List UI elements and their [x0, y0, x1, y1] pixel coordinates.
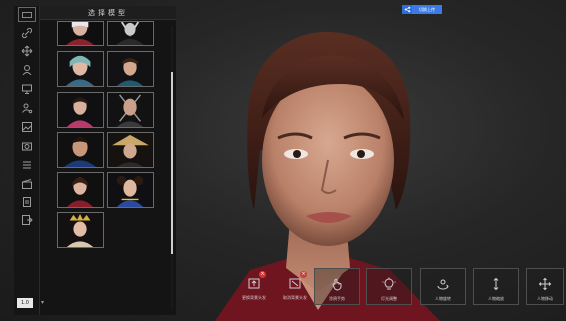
action-label: 涂鸦手势	[329, 296, 345, 301]
upload-switch-label: 切换上传	[412, 5, 442, 14]
person-settings-icon[interactable]	[18, 101, 36, 115]
model-thumb-2[interactable]	[107, 21, 154, 46]
link-icon[interactable]	[18, 26, 36, 40]
background-cancel-icon: ×	[287, 271, 307, 291]
model-thumb-3[interactable]	[57, 51, 104, 87]
upload-switch-badge[interactable]: 切换上传	[402, 5, 442, 14]
rotate-person-button[interactable]: 人物旋转	[420, 268, 466, 305]
document-icon[interactable]	[18, 195, 36, 209]
monitor-icon[interactable]	[18, 82, 36, 96]
left-toolbar	[14, 6, 40, 315]
action-label: 取消背景头发	[283, 295, 307, 300]
move-person-button[interactable]: 人物移动	[526, 268, 564, 305]
change-background-hair-button[interactable]: × 更换背景头发	[235, 268, 273, 305]
share-nodes-icon	[402, 5, 412, 14]
scale-vertical-icon	[488, 276, 504, 292]
action-label: 更换背景头发	[242, 295, 266, 300]
background-remove-icon: ×	[246, 271, 266, 291]
rotate-person-icon	[435, 276, 451, 292]
model-thumb-10[interactable]	[107, 172, 154, 208]
model-thumb-1[interactable]	[57, 21, 104, 46]
camera-icon[interactable]	[18, 139, 36, 153]
gesture-button[interactable]: 涂鸦手势	[314, 268, 360, 305]
person-icon[interactable]	[18, 63, 36, 77]
clapperboard-icon[interactable]	[18, 177, 36, 191]
move-arrows-icon[interactable]	[18, 44, 36, 58]
export-icon[interactable]	[18, 213, 36, 227]
scale-person-button[interactable]: 人物缩放	[473, 268, 519, 305]
hand-gesture-icon	[329, 276, 345, 292]
lighting-button[interactable]: 灯光调整	[366, 268, 412, 305]
image-frame-icon[interactable]	[18, 120, 36, 134]
version-select[interactable]: 1.0	[17, 298, 33, 308]
dropdown-caret-icon[interactable]: ▾	[41, 299, 44, 306]
model-select-panel: 选择模型	[40, 6, 176, 315]
light-bulb-icon	[381, 276, 397, 292]
model-thumb-9[interactable]	[57, 172, 104, 208]
model-thumb-5[interactable]	[57, 92, 104, 128]
model-thumb-8[interactable]	[107, 132, 154, 168]
app-logo	[18, 7, 36, 22]
list-icon[interactable]	[18, 158, 36, 172]
model-thumb-11[interactable]	[57, 212, 104, 248]
model-thumb-7[interactable]	[57, 132, 104, 168]
action-label: 人物缩放	[488, 296, 504, 301]
model-thumb-4[interactable]	[107, 51, 154, 87]
action-label: 人物移动	[537, 296, 553, 301]
panel-scroll-thumb[interactable]	[171, 72, 173, 254]
panel-title: 选择模型	[40, 6, 176, 20]
action-label: 灯光调整	[381, 296, 397, 301]
move-person-icon	[537, 276, 553, 292]
action-label: 人物旋转	[435, 296, 451, 301]
cancel-background-hair-button[interactable]: × 取消背景头发	[276, 268, 314, 305]
model-thumb-6[interactable]	[107, 92, 154, 128]
